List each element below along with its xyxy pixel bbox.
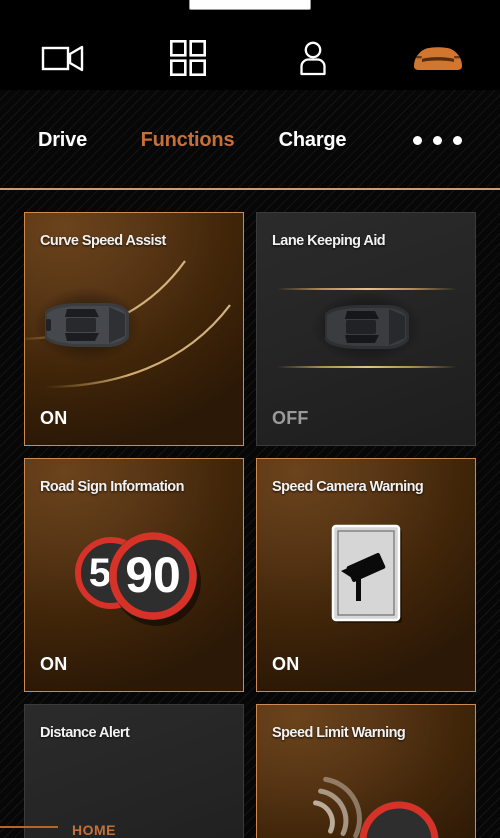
vehicle-button[interactable] xyxy=(375,26,500,90)
camera-icon xyxy=(41,43,85,73)
card-road-sign-information[interactable]: Road Sign Information 50 90 xyxy=(24,458,244,692)
dot-icon xyxy=(453,135,462,145)
tab-divider xyxy=(0,188,500,190)
lane-lines-art xyxy=(257,247,475,407)
status-bar xyxy=(0,0,500,26)
home-line-icon xyxy=(0,826,58,828)
top-icon-bar xyxy=(0,26,500,90)
card-title: Distance Alert xyxy=(40,725,130,741)
camera-button[interactable] xyxy=(0,26,125,90)
card-title: Speed Limit Warning xyxy=(272,725,406,741)
profile-icon xyxy=(298,41,328,76)
dot-icon xyxy=(413,135,422,145)
card-state: ON xyxy=(40,654,68,674)
app-screen: Drive Functions Charge Curve Speed Assis… xyxy=(0,0,500,838)
home-indicator-bar[interactable]: HOME xyxy=(0,814,500,838)
card-curve-speed-assist[interactable]: Curve Speed Assist ON xyxy=(24,212,244,446)
car-icon xyxy=(411,43,465,73)
card-state: ON xyxy=(40,408,68,428)
profile-button[interactable] xyxy=(250,26,375,90)
card-state: OFF xyxy=(272,408,309,428)
more-tabs-button[interactable] xyxy=(375,135,500,145)
apps-grid-button[interactable] xyxy=(125,26,250,90)
card-lane-keeping-aid[interactable]: Lane Keeping Aid OFF xyxy=(256,212,476,446)
tab-charge[interactable]: Charge xyxy=(250,129,375,152)
speed-sign-front: 90 xyxy=(109,532,201,626)
camera-sign-art xyxy=(257,493,475,653)
speed-signs-art: 50 90 xyxy=(25,493,243,653)
curve-road-art xyxy=(25,247,243,407)
home-label: HOME xyxy=(72,822,116,838)
grid-icon xyxy=(169,39,206,77)
speed-sign-value-front: 90 xyxy=(125,547,181,603)
tab-bar: Drive Functions Charge xyxy=(0,90,500,190)
notch-pill-icon xyxy=(189,0,311,10)
dot-icon xyxy=(433,135,442,145)
functions-grid: Curve Speed Assist ON Lane Keeping Aid O… xyxy=(0,190,500,838)
card-state: ON xyxy=(272,654,300,674)
card-speed-camera-warning[interactable]: Speed Camera Warning ON xyxy=(256,458,476,692)
tab-functions[interactable]: Functions xyxy=(125,129,250,152)
tab-drive[interactable]: Drive xyxy=(0,129,125,152)
